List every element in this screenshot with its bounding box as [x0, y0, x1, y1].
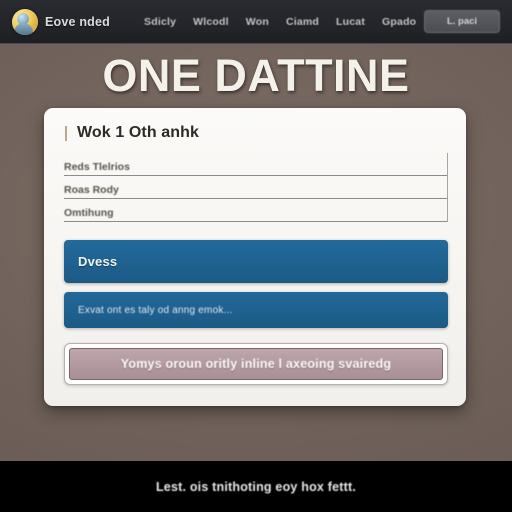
field-label: Reds Tlelrios: [64, 161, 130, 173]
notice-container: Yomys oroun oritly inline l axeoing svai…: [64, 343, 448, 385]
brand-logo-group[interactable]: Eove nded: [12, 8, 111, 35]
nav-item-5[interactable]: Lucat: [336, 16, 365, 28]
primary-action-bar[interactable]: Dvess: [64, 240, 448, 283]
field-label: Roas Rody: [64, 184, 119, 196]
primary-nav: Sdicly Wlcodl Won Ciamd Lucat Gpado: [144, 16, 424, 28]
primary-action-bar-label: Dvess: [78, 254, 118, 269]
nav-item-4[interactable]: Ciamd: [286, 16, 319, 28]
field-value[interactable]: [156, 219, 445, 221]
secondary-action-bar[interactable]: Exvat ont es taly od anng emok...: [64, 292, 448, 328]
accent-tick-marker: [65, 125, 67, 141]
card-header: Wok 1 Oth anhk: [64, 124, 448, 142]
login-button[interactable]: L. paci: [424, 10, 500, 33]
field-label: Omtihung: [64, 207, 114, 219]
circular-avatar-badge-icon: [12, 8, 38, 35]
page-background: Eove nded Sdicly Wlcodl Won Ciamd Lucat …: [0, 0, 512, 512]
top-navigation-bar: Eove nded Sdicly Wlcodl Won Ciamd Lucat …: [0, 0, 512, 44]
field-value[interactable]: [156, 196, 445, 198]
field-row[interactable]: Reds Tlelrios: [64, 153, 447, 176]
nav-item-1[interactable]: Sdicly: [144, 16, 176, 28]
card-title: Wok 1 Oth anhk: [77, 124, 200, 141]
notice-banner[interactable]: Yomys oroun oritly inline l axeoing svai…: [69, 348, 443, 380]
footer-bar: Lest. ois tnithoting eoy hox fettt.: [0, 461, 512, 512]
field-row[interactable]: Roas Rody: [64, 176, 447, 199]
main-card: Wok 1 Oth anhk Reds Tlelrios Roas Rody O…: [44, 108, 466, 406]
field-list: Reds Tlelrios Roas Rody Omtihung: [64, 153, 448, 222]
brand-name: Eove nded: [45, 14, 111, 29]
nav-item-2[interactable]: Wlcodl: [193, 16, 229, 28]
notice-text: Yomys oroun oritly inline l axeoing svai…: [120, 357, 392, 371]
field-row[interactable]: Omtihung: [64, 199, 447, 222]
footer-text: Lest. ois tnithoting eoy hox fettt.: [155, 479, 357, 494]
nav-item-3[interactable]: Won: [246, 16, 269, 28]
nav-item-6[interactable]: Gpado: [382, 16, 416, 28]
page-title: ONE DATTINE: [102, 50, 410, 101]
field-value[interactable]: [156, 173, 445, 175]
secondary-action-bar-label: Exvat ont es taly od anng emok...: [78, 304, 233, 316]
